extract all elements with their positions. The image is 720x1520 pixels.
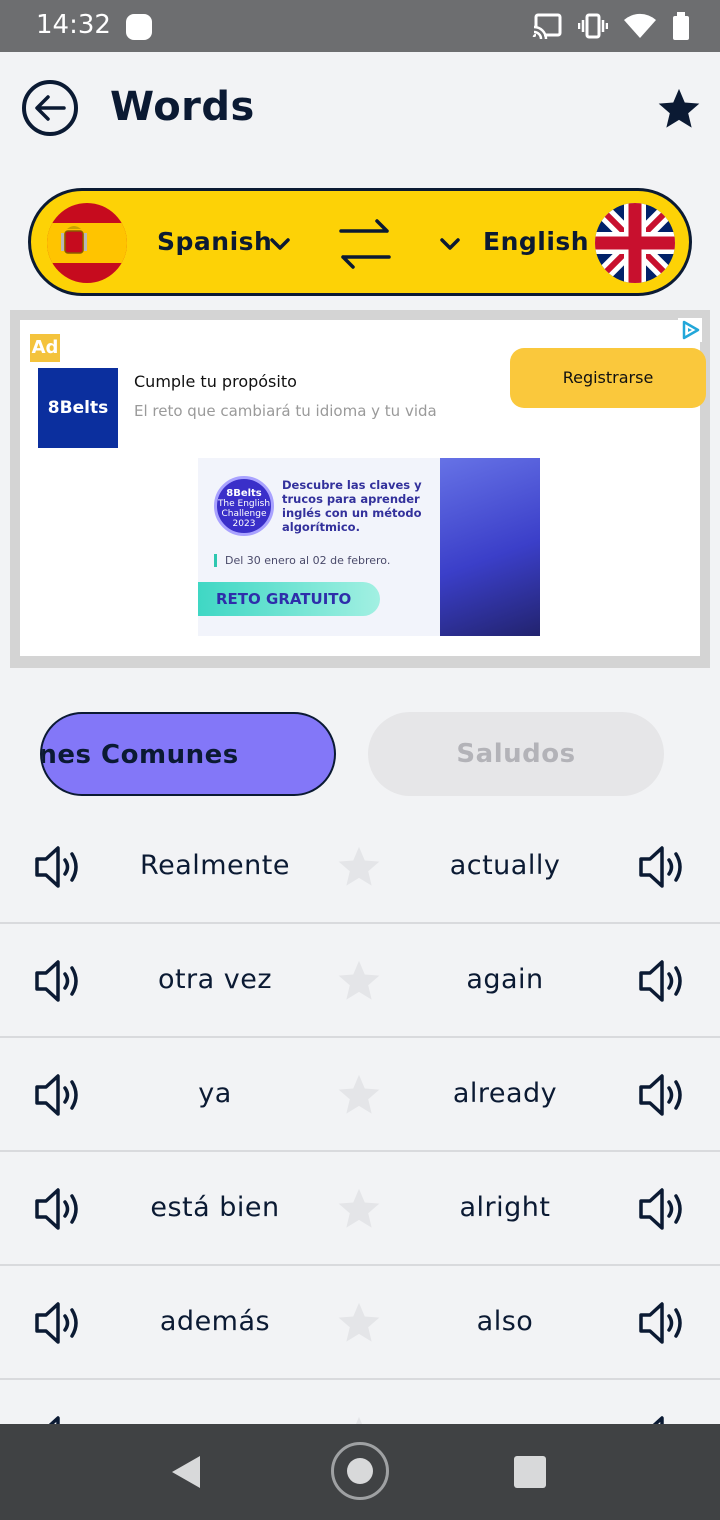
ad-banner-image[interactable]: 8Belts The English Challenge 2023 Descub… [198,458,540,636]
battery-icon [673,12,689,40]
spanish-word: está bien [150,1192,280,1223]
english-word: also [476,1306,534,1337]
ad-challenge-badge: 8Belts The English Challenge 2023 [214,476,274,536]
english-word: actually [449,850,561,881]
status-bar: 14:32 [0,0,720,52]
nav-recents-icon[interactable] [514,1456,546,1488]
word-row: está bien alright [0,1152,720,1266]
star-icon[interactable] [336,1300,382,1346]
source-language-label[interactable]: Spanish [157,227,272,256]
word-row: ya already [0,1038,720,1152]
back-button[interactable] [22,80,78,136]
favorites-star-button[interactable] [656,86,702,132]
english-word: already [452,1078,558,1109]
ad-photo [440,458,540,636]
english-word: alright [459,1192,551,1223]
chevron-down-icon[interactable] [439,233,461,255]
word-row: Realmente actually [0,810,720,924]
badge-line: 2023 [232,519,256,529]
speaker-icon[interactable] [34,844,84,890]
badge-line: Challenge [221,509,267,519]
wifi-icon [624,13,656,38]
target-language-label[interactable]: English [483,227,589,256]
page-title: Words [110,84,255,130]
star-icon[interactable] [336,1186,382,1232]
status-icons [532,12,690,40]
adchoices-icon[interactable] [678,318,702,342]
spanish-word: Realmente [140,850,290,881]
star-icon[interactable] [336,1072,382,1118]
speaker-icon[interactable] [34,1300,84,1346]
speaker-icon[interactable] [34,1186,84,1232]
speaker-icon[interactable] [638,1300,688,1346]
word-row [0,1380,720,1424]
uk-flag-icon[interactable] [595,203,675,283]
speaker-icon[interactable] [34,1414,84,1424]
ad-cta-button[interactable]: Registrarse [510,348,706,408]
ad-banner[interactable]: Ad 8Belts Cumple tu propósito El reto qu… [10,310,710,668]
notification-icon [126,14,152,40]
nav-back-icon[interactable] [170,1454,202,1490]
tab-label: ones Comunes [40,740,239,770]
swap-languages-button[interactable] [337,217,393,271]
star-icon[interactable] [336,844,382,890]
badge-line: 8Belts [226,488,262,499]
speaker-icon[interactable] [638,1072,688,1118]
speaker-icon[interactable] [638,1414,688,1424]
ad-label: Ad [30,334,60,362]
spain-flag-icon[interactable] [47,203,127,283]
system-nav-bar [0,1424,720,1520]
spanish-word: ya [198,1078,232,1109]
badge-line: The English [217,499,271,509]
ad-banner-copy: Descubre las claves y trucos para aprend… [282,478,422,534]
ad-banner-button[interactable]: RETO GRATUITO [198,582,380,616]
word-row: además also [0,1266,720,1380]
ad-headline[interactable]: Cumple tu propósito [134,372,297,391]
cast-icon [532,13,562,39]
tab-common-expressions[interactable]: ones Comunes [40,712,336,796]
speaker-icon[interactable] [638,844,688,890]
speaker-icon[interactable] [34,1072,84,1118]
star-icon[interactable] [336,958,382,1004]
vibrate-icon [578,13,608,39]
star-icon[interactable] [336,1414,382,1424]
speaker-icon[interactable] [34,958,84,1004]
spanish-word: otra vez [157,964,273,995]
tab-greetings[interactable]: Saludos [368,712,664,796]
ad-banner-dates: Del 30 enero al 02 de febrero. [214,554,390,567]
nav-home-icon[interactable] [331,1442,389,1500]
word-list[interactable]: Realmente actually otra vez again ya alr… [0,810,720,1424]
speaker-icon[interactable] [638,1186,688,1232]
ad-subtext: El reto que cambiará tu idioma y tu vida [134,402,437,420]
status-time: 14:32 [36,10,111,40]
speaker-icon[interactable] [638,958,688,1004]
ad-content[interactable]: Ad 8Belts Cumple tu propósito El reto qu… [20,318,706,656]
ad-brand-logo[interactable]: 8Belts [38,368,118,448]
language-selector: Spanish English [28,188,692,296]
arrow-left-icon [35,95,66,121]
chevron-down-icon[interactable] [269,233,291,255]
spanish-word: además [159,1306,271,1337]
word-row: otra vez again [0,924,720,1038]
english-word: again [466,964,544,995]
